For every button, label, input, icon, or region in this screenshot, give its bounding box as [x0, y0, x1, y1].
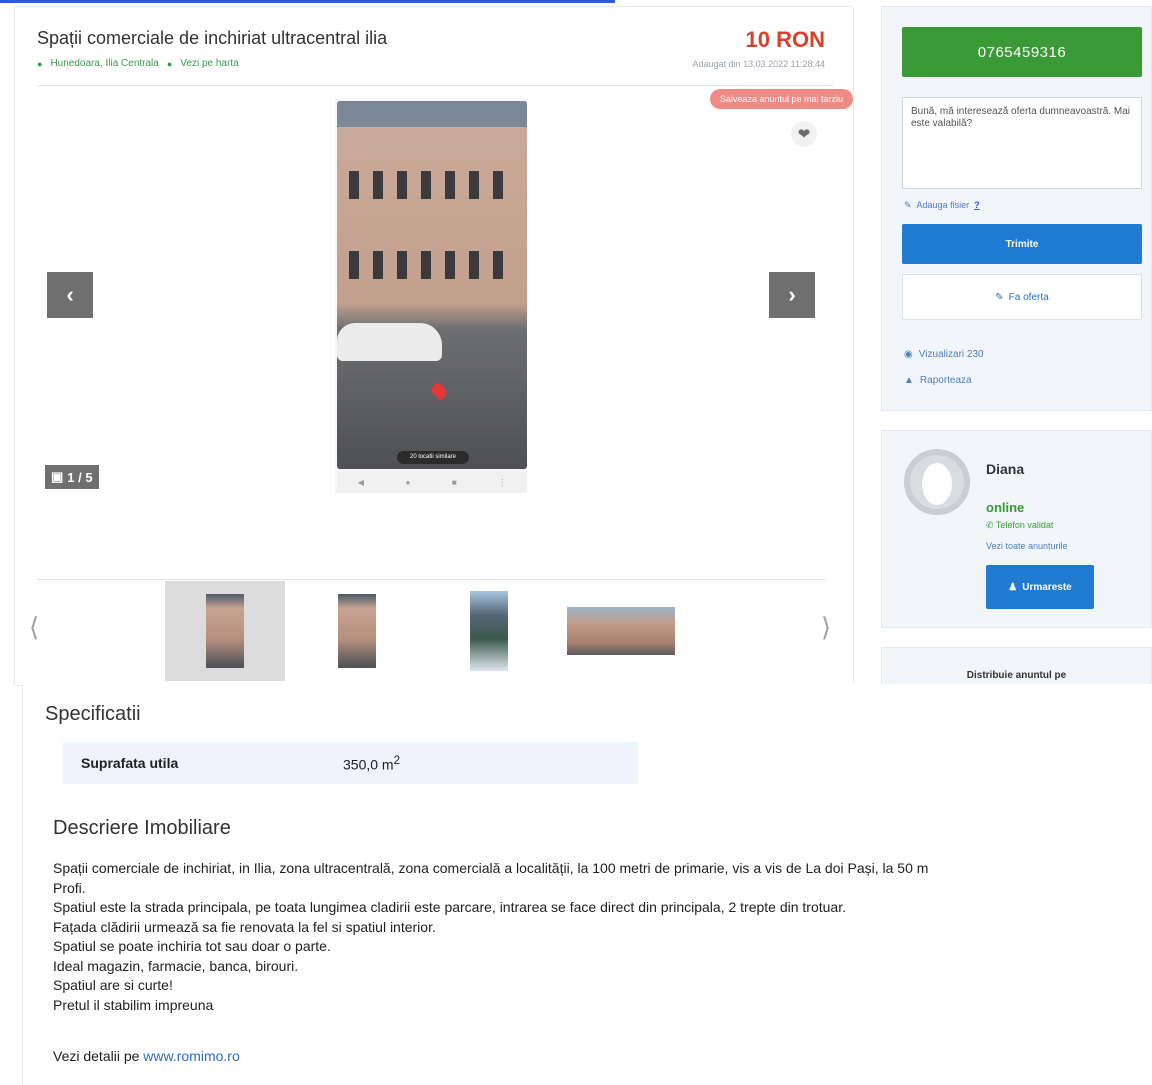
thumbnail[interactable]	[297, 581, 417, 681]
offer-label: Fa oferta	[1008, 291, 1049, 303]
thumbnail[interactable]	[165, 581, 285, 681]
map-pin-icon: ●	[166, 58, 173, 69]
thumbnail[interactable]	[561, 581, 681, 681]
photo-caption: 20 locatii similare	[397, 451, 469, 464]
photo-counter: ▣ 1 / 5	[45, 465, 99, 489]
location-bar: ● Hunedoara, Ilia Centrala ● Vezi pe har…	[37, 58, 239, 69]
avatar	[904, 449, 970, 515]
thumbs-next-icon[interactable]: ⟩	[821, 612, 831, 643]
description-line: Spatiul se poate inchiria tot sau doar o…	[53, 938, 331, 954]
message-textarea[interactable]: Bună, mă interesează oferta dumneavoastr…	[902, 97, 1142, 189]
views-label: Vizualizari 230	[918, 349, 984, 360]
seller-name: Diana	[986, 461, 1025, 477]
photo-counter-text: 1 / 5	[67, 469, 93, 485]
online-status: online	[986, 500, 1025, 515]
description-line: Ideal magazin, farmacie, banca, birouri.	[53, 957, 299, 974]
description-line: Spatiul are si curte!	[53, 977, 173, 993]
location-text[interactable]: Hunedoara, Ilia Centrala	[50, 58, 158, 69]
description-line: Pretul il stabilim impreuna	[53, 996, 214, 1013]
paperclip-icon: ✎	[904, 200, 912, 210]
thumb-divider	[37, 579, 825, 580]
report-label[interactable]: Raporteaza	[920, 375, 972, 386]
spec-label: Suprafata utila	[81, 755, 179, 771]
thumbnail-strip	[165, 581, 681, 681]
next-photo-button[interactable]: ›	[769, 272, 815, 318]
top-accent-line	[0, 0, 615, 3]
follow-label: Urmareste	[1022, 581, 1072, 593]
photo-sky	[337, 101, 527, 127]
report-link[interactable]: ▲ Raporteaza	[904, 375, 972, 386]
location-pin-icon: ●	[37, 58, 43, 69]
photo-phone-nav: ◀ ● ■ ⋮	[337, 471, 527, 493]
help-link[interactable]: ?	[974, 200, 980, 211]
thumbs-prev-icon[interactable]: ⟨	[29, 612, 39, 643]
all-ads-link[interactable]: Vezi toate anunturile	[986, 541, 1068, 551]
spec-value: 350,0 m2	[343, 753, 401, 773]
views-count: ◉ Vizualizari 230	[904, 349, 984, 360]
price: 10 RON	[745, 27, 825, 52]
spec-row: Suprafata utila 350,0 m2	[63, 742, 638, 784]
save-listing-pill[interactable]: Salveaza anuntul pe mai tarziu	[709, 89, 853, 109]
camera-icon: ▣	[51, 469, 64, 484]
contact-card: 0765459316 Bună, mă interesează oferta d…	[881, 6, 1152, 411]
chevron-right-icon: ›	[788, 282, 796, 307]
photo-windows-lower	[349, 251, 509, 285]
phone-icon: ✆	[986, 520, 994, 530]
send-button[interactable]: Trimite	[902, 224, 1142, 264]
description-line: Fațada clădirii urmează sa fie renovata …	[53, 918, 436, 935]
heart-icon[interactable]: ❤	[791, 121, 817, 147]
follow-button[interactable]: ♟ Urmareste	[986, 565, 1094, 609]
description-body: Spații comerciale de inchiriat, in Ilia,…	[53, 859, 1152, 1015]
more-prefix: Vezi detalii pe	[53, 1048, 140, 1064]
thumbnail[interactable]	[429, 581, 549, 681]
attach-file[interactable]: ✎ Adauga fisier ?	[904, 200, 980, 211]
description-line: Profi.	[53, 879, 86, 896]
user-plus-icon: ♟	[1008, 581, 1018, 593]
photo-car	[337, 323, 442, 361]
share-card: Distribuie anuntul pe	[881, 647, 1152, 687]
phone-button[interactable]: 0765459316	[902, 27, 1142, 77]
warning-icon: ▲	[904, 375, 914, 386]
attach-label[interactable]: Adauga fisier	[917, 200, 970, 211]
listing-date: Adaugat din 13.03.2022 11:28:44	[692, 59, 825, 69]
more-details: Vezi detalii pe www.romimo.ro	[53, 1048, 240, 1064]
map-link[interactable]: Vezi pe harta	[180, 58, 238, 69]
main-photo[interactable]: 20 locatii similare	[337, 101, 527, 469]
listing-title: Spații comerciale de inchiriat ultracent…	[37, 28, 388, 48]
seller-card: Diana online ✆ Telefon validat Vezi toat…	[881, 430, 1152, 628]
eye-icon: ◉	[904, 349, 913, 360]
specs-heading: Specificatii	[45, 703, 141, 725]
chevron-left-icon: ‹	[66, 282, 74, 307]
description-heading: Descriere Imobiliare	[53, 817, 231, 839]
photo-map-pin	[429, 381, 449, 401]
description-line: Spații comerciale de inchiriat, in Ilia,…	[53, 860, 929, 876]
listing-card: Spații comerciale de inchiriat ultracent…	[14, 6, 854, 686]
description-line: Spatiul este la strada principala, pe to…	[53, 899, 846, 915]
photo-windows-upper	[349, 171, 509, 205]
share-title: Distribuie anuntul pe	[966, 670, 1067, 681]
phone-verified: ✆ Telefon validat	[986, 520, 1054, 530]
romimo-link[interactable]: www.romimo.ro	[143, 1048, 239, 1064]
prev-photo-button[interactable]: ‹	[47, 272, 93, 318]
make-offer-button[interactable]: ✎ Fa oferta	[902, 274, 1142, 320]
divider	[37, 85, 833, 86]
tag-icon: ✎	[995, 291, 1004, 303]
